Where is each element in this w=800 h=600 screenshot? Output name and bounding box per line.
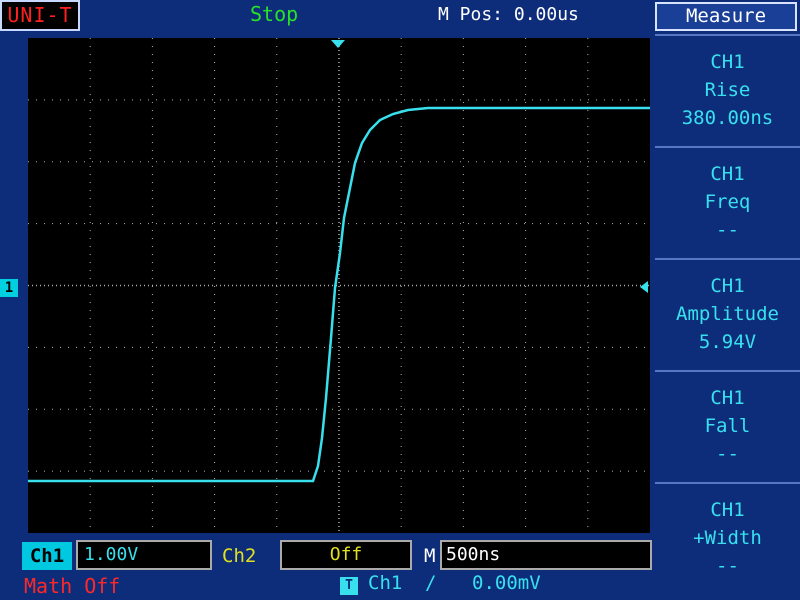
menu-title: Measure (655, 2, 797, 31)
measure-slot-3[interactable]: CH1 Amplitude 5.94V (655, 258, 800, 368)
measure-type: +Width (693, 527, 762, 549)
horizontal-position: M Pos: 0.00us (438, 4, 579, 25)
ch2-label: Ch2 (222, 545, 257, 567)
ch1-volts-per-div: 1.00V (76, 540, 212, 570)
trigger-source: Ch1 (368, 572, 403, 594)
measure-channel: CH1 (710, 387, 745, 409)
measure-value: -- (716, 555, 739, 577)
timebase-value: 500ns (440, 540, 652, 570)
measure-slot-2[interactable]: CH1 Freq -- (655, 146, 800, 256)
measure-slot-5[interactable]: CH1 +Width -- (655, 482, 800, 592)
run-status: Stop (250, 2, 299, 26)
ch2-volts-per-div: Off (280, 540, 412, 570)
measure-channel: CH1 (710, 499, 745, 521)
ch1-label: Ch1 (22, 542, 72, 570)
timebase-label: M (424, 545, 436, 567)
measure-type: Rise (704, 79, 751, 101)
ch1-ground-marker: 1 (0, 279, 18, 297)
measure-type: Amplitude (676, 303, 779, 325)
measure-channel: CH1 (710, 163, 745, 185)
trigger-position-marker (331, 40, 345, 48)
measure-slot-4[interactable]: CH1 Fall -- (655, 370, 800, 480)
rising-edge-icon: / (425, 572, 437, 594)
measure-value: 5.94V (698, 331, 757, 353)
measure-type: Fall (704, 415, 751, 437)
trigger-level-marker (640, 281, 648, 293)
math-status: Math Off (24, 574, 121, 598)
trigger-level: 0.00mV (472, 572, 541, 594)
measure-type: Freq (704, 191, 751, 213)
brand-logo: UNI-T (0, 0, 80, 31)
waveform-display (28, 38, 650, 533)
graticule (28, 38, 650, 533)
measure-value: -- (716, 219, 739, 241)
measure-value: -- (716, 443, 739, 465)
trigger-icon: T (340, 577, 358, 595)
measure-channel: CH1 (710, 51, 745, 73)
measure-channel: CH1 (710, 275, 745, 297)
measure-value: 380.00ns (681, 107, 774, 129)
measure-slot-1[interactable]: CH1 Rise 380.00ns (655, 34, 800, 144)
